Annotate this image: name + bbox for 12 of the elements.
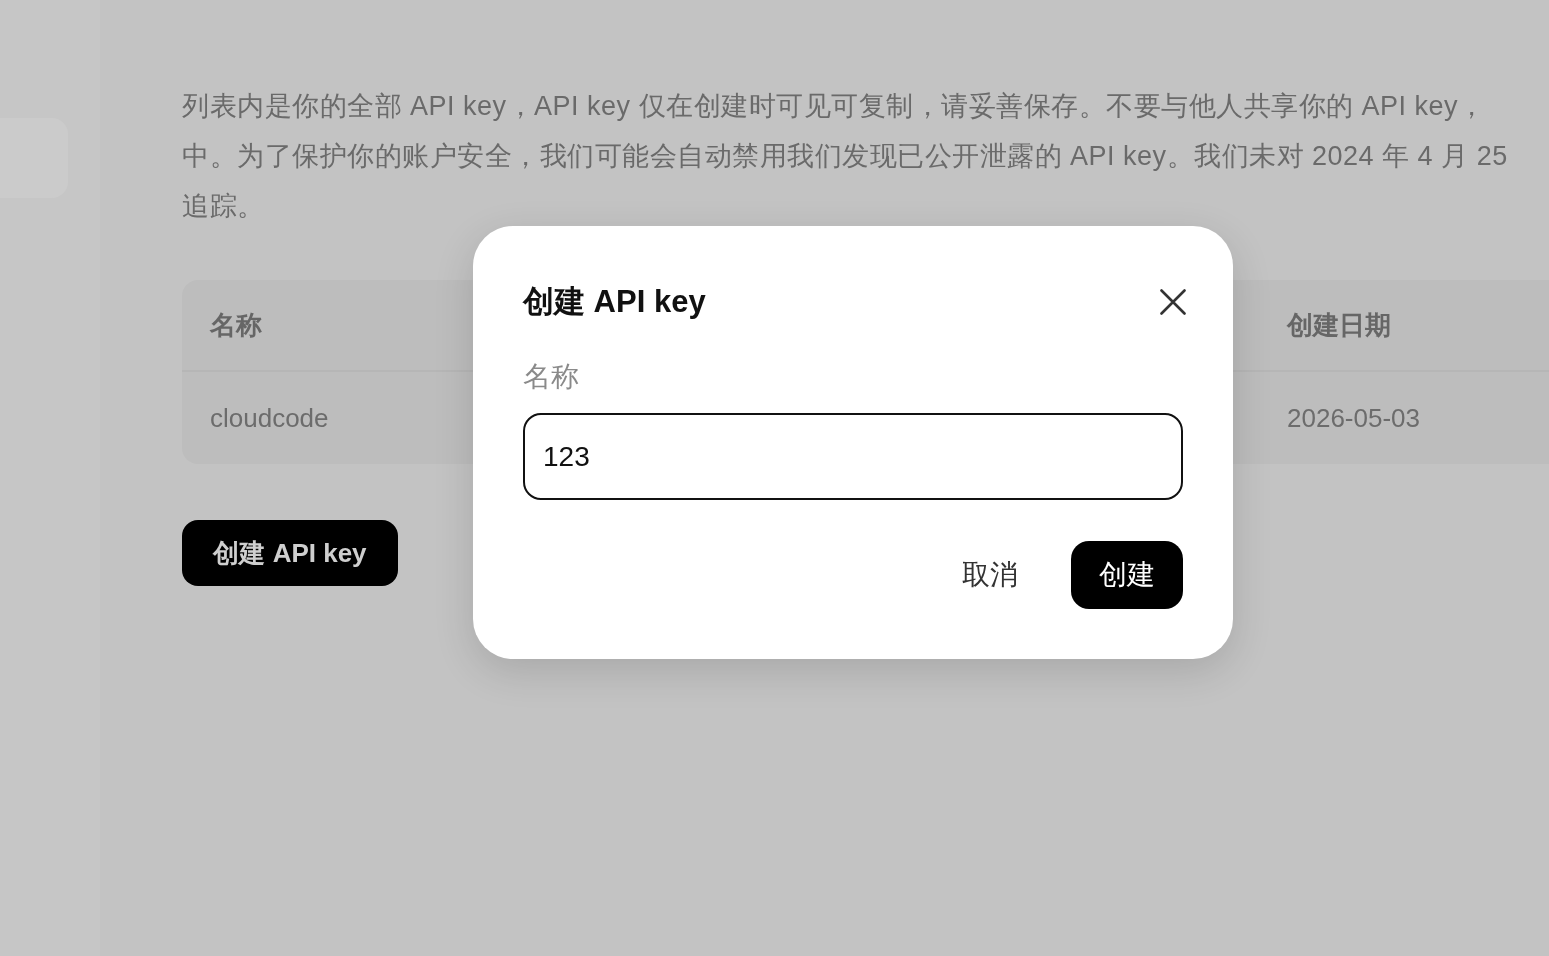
table-cell: cloudcode	[210, 402, 329, 433]
cancel-button[interactable]: 取消	[962, 556, 1018, 594]
close-icon[interactable]	[1160, 289, 1186, 315]
column-header: 创建日期	[1287, 309, 1391, 340]
confirm-button[interactable]: 创建	[1071, 541, 1183, 609]
dialog-title: 创建 API key	[523, 283, 706, 321]
column-header: 名称	[210, 309, 262, 340]
name-input[interactable]: 123	[523, 413, 1183, 500]
field-label: 名称	[523, 360, 579, 394]
intro-text: 列表内是你的全部 API key，API key 仅在创建时可见可复制，请妥善保存。不要与他人共享你的 API key， 中。为了保护你的账户安全，我们可能会自动禁用我们发现已公开泄露的 API key。我们未对 2024 年 4 月 25 追踪。	[182, 90, 1509, 223]
create-key-button[interactable]: 创建 API key	[182, 520, 398, 586]
table-cell: 2026-05-03	[1287, 402, 1420, 433]
